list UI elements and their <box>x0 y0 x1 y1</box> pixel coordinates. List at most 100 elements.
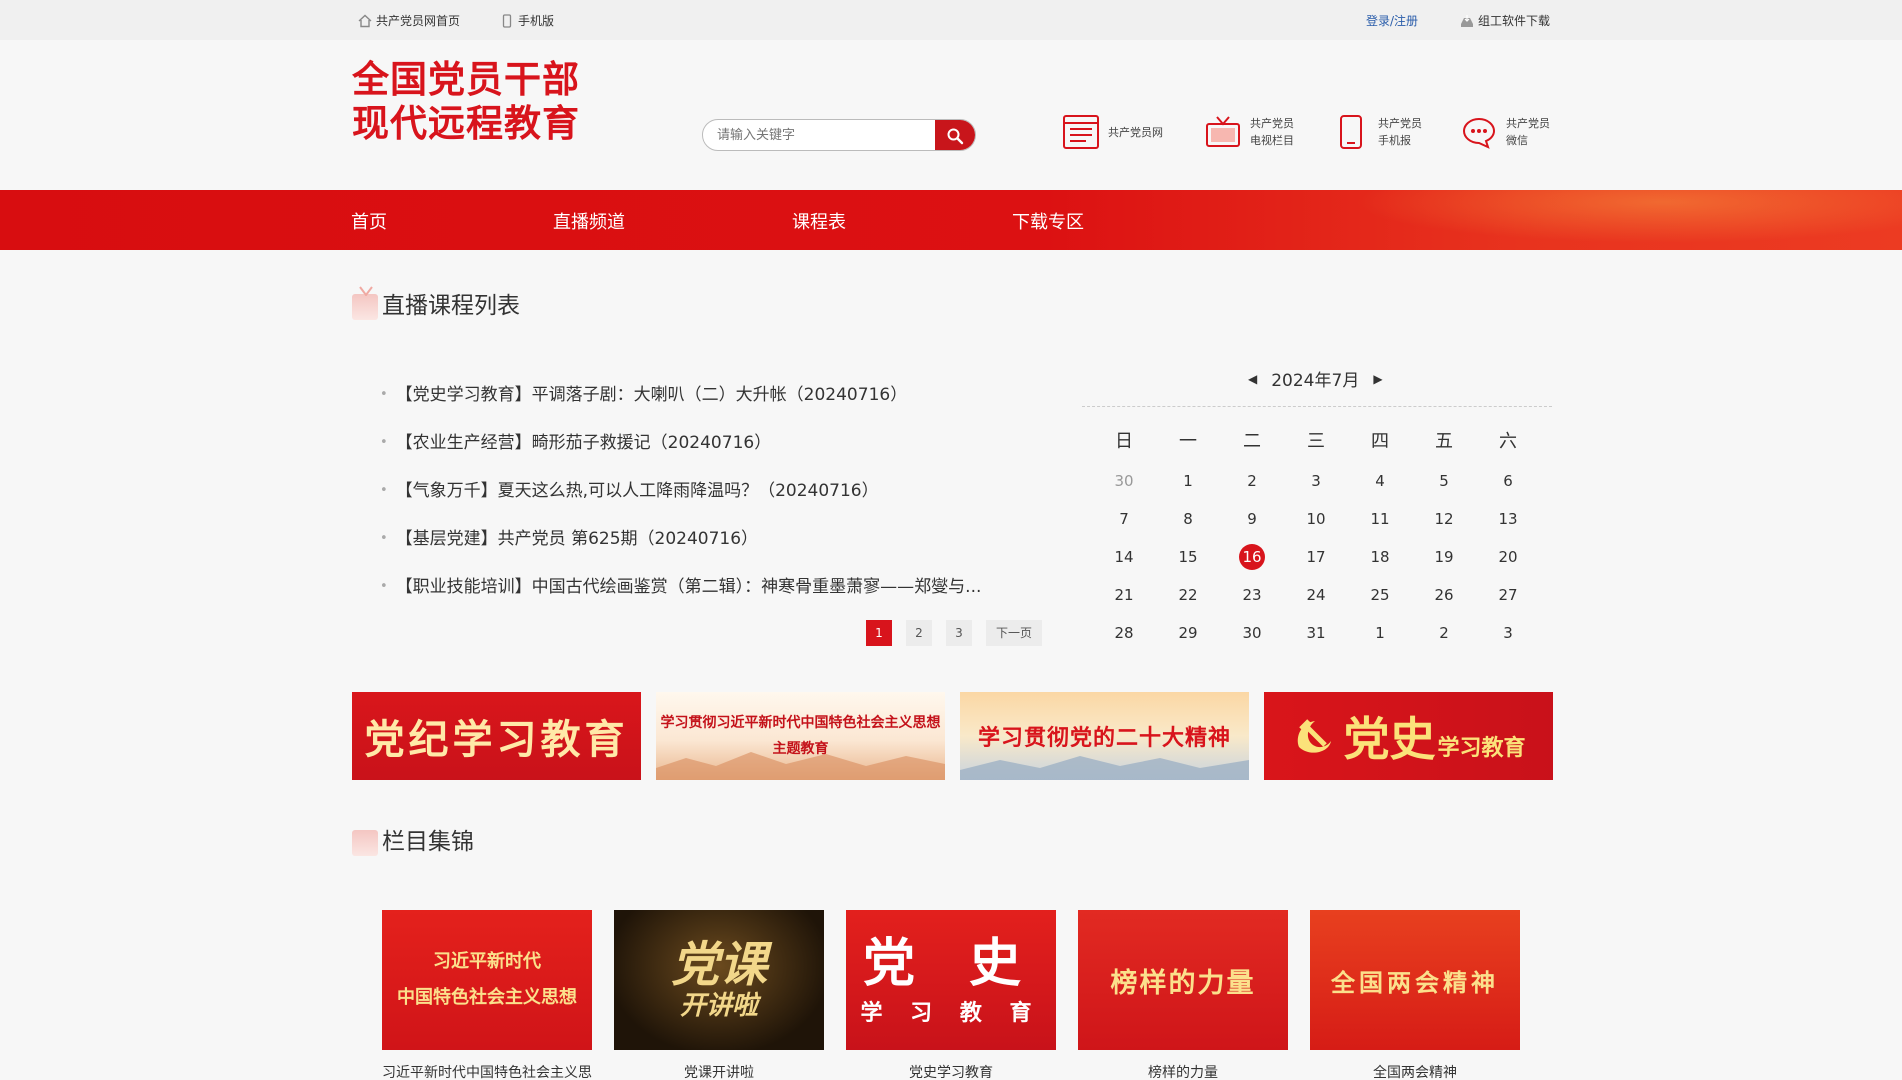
column-card-xi-thought[interactable]: 习近平新时代 中国特色社会主义思想 习近平新时代中国特色社会主义思 <box>382 910 592 1080</box>
site-logo[interactable]: 全国党员干部 现代远程教育 <box>352 58 580 146</box>
column-card-role-models[interactable]: 榜样的力量 榜样的力量 <box>1078 910 1288 1080</box>
wechat-icon <box>1462 117 1496 149</box>
calendar-prev-icon[interactable]: ◀ <box>1248 372 1257 386</box>
calendar-day-today[interactable]: 16 <box>1220 538 1284 576</box>
banner-party-history[interactable]: 党史 学习教育 <box>1264 692 1553 780</box>
search-button[interactable] <box>935 120 975 150</box>
mobile-icon <box>502 13 512 28</box>
calendar-day[interactable]: 11 <box>1348 500 1412 538</box>
calendar-day[interactable]: 30 <box>1220 614 1284 652</box>
logo-line-2: 现代远程教育 <box>352 102 580 145</box>
thumbnail-text: 全国两会精神 <box>1331 967 1499 997</box>
header-link-tv[interactable]: 共产党员 电视栏目 <box>1204 113 1294 151</box>
calendar-day[interactable]: 15 <box>1156 538 1220 576</box>
calendar-day-number: 30 <box>1114 472 1134 490</box>
calendar-day[interactable]: 14 <box>1092 538 1156 576</box>
pager-page-3[interactable]: 3 <box>946 620 972 646</box>
calendar-day[interactable]: 10 <box>1284 500 1348 538</box>
home-link[interactable]: 共产党员网首页 <box>358 12 460 29</box>
banner-congress-label: 学习贯彻党的二十大精神 <box>977 725 1231 751</box>
course-pager: 1 2 3 下一页 <box>866 620 1043 646</box>
header-link-wechat[interactable]: 共产党员 微信 <box>1460 113 1550 151</box>
calendar-day[interactable]: 29 <box>1156 614 1220 652</box>
search-input[interactable] <box>703 120 935 150</box>
calendar-day[interactable]: 26 <box>1412 576 1476 614</box>
calendar-day[interactable]: 1 <box>1156 462 1220 500</box>
calendar-day-number: 8 <box>1183 510 1193 528</box>
calendar-day[interactable]: 4 <box>1348 462 1412 500</box>
calendar-day[interactable]: 17 <box>1284 538 1348 576</box>
nav-item-home[interactable]: 首页 <box>351 208 387 234</box>
calendar-day[interactable]: 6 <box>1476 462 1540 500</box>
calendar-day-number: 19 <box>1434 548 1454 566</box>
calendar-day-number: 28 <box>1114 624 1134 642</box>
software-download-link[interactable]: 组工软件下载 <box>1460 12 1550 29</box>
calendar-day[interactable]: 12 <box>1412 500 1476 538</box>
nav-item-download[interactable]: 下载专区 <box>1012 208 1084 234</box>
logo-line-1: 全国党员干部 <box>352 58 580 101</box>
calendar-day[interactable]: 25 <box>1348 576 1412 614</box>
calendar-day-number: 3 <box>1503 624 1513 642</box>
banner-theme-education[interactable]: 学习贯彻习近平新时代中国特色社会主义思想 主题教育 <box>656 692 945 780</box>
pager-next[interactable]: 下一页 <box>986 620 1043 646</box>
header-link-wechat-label: 共产党员 微信 <box>1506 117 1550 147</box>
banner-twentieth-congress[interactable]: 学习贯彻党的二十大精神 <box>960 692 1249 780</box>
calendar-day[interactable]: 2 <box>1220 462 1284 500</box>
banner-discipline-label: 党纪学习教育 <box>364 716 629 763</box>
calendar-day[interactable]: 13 <box>1476 500 1540 538</box>
pager-page-1[interactable]: 1 <box>866 620 892 646</box>
calendar-day-number: 24 <box>1306 586 1326 604</box>
nav-item-schedule[interactable]: 课程表 <box>792 208 846 234</box>
calendar-day[interactable]: 7 <box>1092 500 1156 538</box>
column-thumbnail: 习近平新时代 中国特色社会主义思想 <box>382 910 592 1050</box>
login-register-link[interactable]: 登录/注册 <box>1366 12 1418 29</box>
course-item[interactable]: 【党史学习教育】平调落子剧：大喇叭（二）大升帐（20240716） <box>380 380 908 405</box>
column-card-party-lecture[interactable]: 党课 开讲啦 党课开讲啦 <box>614 910 824 1080</box>
calendar-day[interactable]: 22 <box>1156 576 1220 614</box>
column-card-party-history[interactable]: 党 史 学 习 教 育 党史学习教育 <box>846 910 1056 1080</box>
header-link-website[interactable]: 共产党员网 <box>1062 113 1163 151</box>
calendar-day[interactable]: 3 <box>1476 614 1540 652</box>
calendar-day[interactable]: 2 <box>1412 614 1476 652</box>
calendar-day[interactable]: 31 <box>1284 614 1348 652</box>
pager-page-2[interactable]: 2 <box>906 620 932 646</box>
course-item[interactable]: 【职业技能培训】中国古代绘画鉴赏（第二辑）：神寒骨重墨萧寥——郑燮与... <box>380 572 982 597</box>
calendar-day[interactable]: 8 <box>1156 500 1220 538</box>
calendar-day[interactable]: 1 <box>1348 614 1412 652</box>
calendar-day[interactable]: 20 <box>1476 538 1540 576</box>
calendar-day-number: 2 <box>1439 624 1449 642</box>
calendar-day-number: 15 <box>1178 548 1198 566</box>
course-item[interactable]: 【农业生产经营】畸形茄子救援记（20240716） <box>380 428 772 453</box>
calendar-day[interactable]: 24 <box>1284 576 1348 614</box>
columns-section-title-text: 栏目集锦 <box>382 829 474 855</box>
calendar-day[interactable]: 23 <box>1220 576 1284 614</box>
calendar-day[interactable]: 9 <box>1220 500 1284 538</box>
column-card-two-sessions[interactable]: 全国两会精神 全国两会精神 <box>1310 910 1520 1080</box>
column-thumbnail: 榜样的力量 <box>1078 910 1288 1050</box>
course-item[interactable]: 【基层党建】共产党员 第625期（20240716） <box>380 524 758 549</box>
phone-icon <box>1340 115 1362 149</box>
column-caption: 党史学习教育 <box>909 1065 993 1080</box>
calendar-day-number: 1 <box>1375 624 1385 642</box>
calendar-day-number: 16 <box>1239 544 1265 570</box>
nav-item-live[interactable]: 直播频道 <box>553 208 625 234</box>
course-item[interactable]: 【气象万千】夏天这么热,可以人工降雨降温吗？（20240716） <box>380 476 879 501</box>
header-link-mobile-news[interactable]: 共产党员 手机报 <box>1332 113 1422 151</box>
thumbnail-text: 榜样的力量 <box>1110 967 1256 999</box>
main-nav: 首页 直播频道 课程表 下载专区 <box>0 190 1902 250</box>
calendar-day[interactable]: 21 <box>1092 576 1156 614</box>
calendar-day[interactable]: 5 <box>1412 462 1476 500</box>
calendar-next-icon[interactable]: ▶ <box>1373 372 1382 386</box>
calendar-day-number: 30 <box>1242 624 1262 642</box>
calendar-day[interactable]: 18 <box>1348 538 1412 576</box>
calendar-day[interactable]: 19 <box>1412 538 1476 576</box>
calendar-day[interactable]: 28 <box>1092 614 1156 652</box>
calendar-day[interactable]: 27 <box>1476 576 1540 614</box>
calendar-day[interactable]: 30 <box>1092 462 1156 500</box>
calendar-day[interactable]: 3 <box>1284 462 1348 500</box>
calendar-day-number: 31 <box>1306 624 1326 642</box>
banner-discipline-education[interactable]: 党纪学习教育 <box>352 692 641 780</box>
live-section-title: 直播课程列表 <box>352 286 520 320</box>
calendar-day-number: 27 <box>1498 586 1518 604</box>
mobile-link[interactable]: 手机版 <box>500 12 554 29</box>
